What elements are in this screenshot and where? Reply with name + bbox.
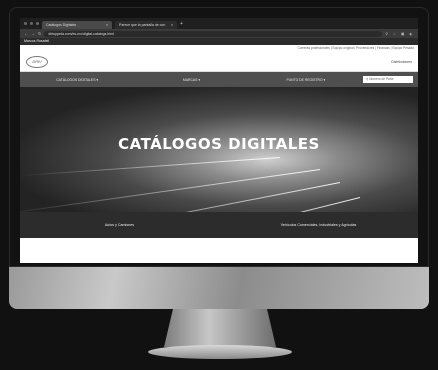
browser-url-bar: ← → ↻ dirtuppeta.com/es-mx/digital-catal… (20, 29, 418, 38)
site-logo[interactable]: DRiV (26, 55, 48, 68)
search-placeholder: Número de Parte (369, 77, 394, 81)
monitor-stage: Catálogos Digitales × Parece que la pant… (0, 0, 438, 370)
light-streak (20, 169, 321, 212)
browser-tab-active[interactable]: Catálogos Digitales × (42, 21, 112, 29)
back-icon[interactable]: ← (24, 31, 28, 36)
light-streak (20, 182, 341, 212)
tab-close-icon[interactable]: × (106, 23, 108, 27)
new-tab-icon[interactable]: + (180, 21, 183, 27)
browser-extension-icons[interactable]: ⚲ ☆ ▣ ◈ (385, 32, 414, 36)
main-nav: CATÁLOGOS DIGITALES ▾ MARCAS ▾ PUNTO DE … (20, 72, 418, 87)
monitor-stand-foot (148, 345, 292, 359)
window-minimize-dot[interactable] (30, 22, 33, 25)
hero-title: CATÁLOGOS DIGITALES (118, 135, 320, 153)
nav-brands[interactable]: MARCAS ▾ (134, 78, 248, 82)
tab-close-icon[interactable]: × (171, 23, 173, 27)
browser-tab[interactable]: Parece que la pantalla de con × (115, 21, 177, 29)
monitor-stand-neck (164, 309, 276, 347)
tab-label: Parece que la pantalla de con (119, 23, 166, 27)
catalog-categories: Autos y Camiones Vehículos Comerciales, … (20, 212, 418, 238)
light-streak (20, 157, 281, 177)
hero-banner: CATÁLOGOS DIGITALES (20, 87, 418, 212)
monitor-screen: Catálogos Digitales × Parece que la pant… (20, 18, 418, 263)
part-number-search[interactable]: ⚲ Número de Parte (362, 76, 413, 83)
reload-icon[interactable]: ↻ (38, 31, 41, 36)
browser-tab-bar: Catálogos Digitales × Parece que la pant… (20, 18, 418, 29)
monitor-chin (9, 267, 429, 309)
address-input[interactable]: dirtuppeta.com/es-mx/digital-catalogs.ht… (44, 30, 383, 37)
nav-digital-catalogs[interactable]: CATÁLOGOS DIGITALES ▾ (20, 78, 134, 82)
category-cars-trucks[interactable]: Autos y Camiones (20, 223, 219, 227)
bookmarks-bar: Marcos Rosafell (20, 38, 418, 45)
site-header: DRiV Distribuidores (20, 52, 418, 72)
top-links[interactable]: Carreras profesionales | Equipo original… (20, 45, 418, 52)
distributors-link[interactable]: Distribuidores (391, 60, 412, 64)
light-streak (68, 197, 361, 212)
nav-registration[interactable]: PUNTO DE REGISTRO ▾ (249, 78, 363, 82)
forward-icon[interactable]: → (31, 31, 35, 36)
tab-label: Catálogos Digitales (46, 23, 77, 27)
window-maximize-dot[interactable] (36, 22, 39, 25)
category-commercial-vehicles[interactable]: Vehículos Comerciales, Industriales y Ag… (219, 223, 418, 227)
window-close-dot[interactable] (24, 22, 27, 25)
bookmark-item[interactable]: Marcos Rosafell (24, 39, 49, 43)
